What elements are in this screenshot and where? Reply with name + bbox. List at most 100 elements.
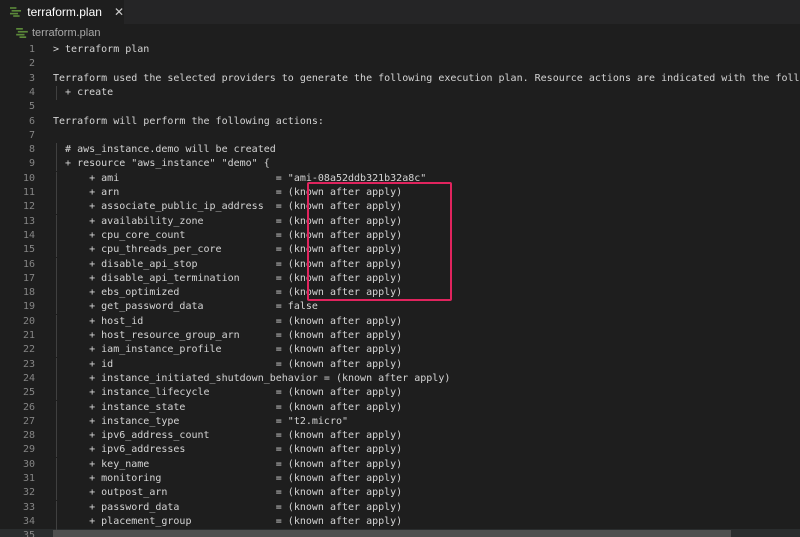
code-line[interactable]: 24 + instance_initiated_shutdown_behavio…	[0, 371, 800, 386]
code-line[interactable]: 6 Terraform will perform the following ac…	[0, 115, 800, 129]
code-line[interactable]: 18 + ebs_optimized = (known after apply)	[0, 286, 800, 301]
line-number: 28	[22, 430, 35, 442]
line-number: 15	[22, 244, 35, 256]
line-number: 31	[22, 473, 35, 484]
line-text: + create	[53, 86, 114, 98]
line-number: 18	[22, 287, 35, 299]
line-text: + disable_api_termination = (known after…	[53, 272, 403, 284]
horizontal-scrollbar[interactable]	[53, 530, 731, 537]
tab-bar: terraform.plan ✕	[0, 0, 800, 24]
line-number: 12	[22, 201, 35, 213]
line-number: 6	[28, 115, 35, 127]
line-text: Terraform will perform the following act…	[53, 115, 324, 127]
tab-label: terraform.plan	[27, 5, 102, 19]
code-line[interactable]: 31 + monitoring = (known after apply)	[0, 472, 800, 486]
code-line[interactable]: 25 + instance_lifecycle = (known after a…	[0, 386, 800, 401]
tab-terraform-plan[interactable]: terraform.plan ✕	[0, 0, 124, 24]
line-text: + ami = "ami-08a52ddb321b32a8c"	[53, 172, 427, 184]
line-number: 30	[22, 458, 35, 470]
code-line[interactable]: 17 + disable_api_termination = (known af…	[0, 271, 800, 286]
code-line[interactable]: 7	[0, 129, 800, 143]
line-text: + placement_group = (known after apply)	[53, 515, 403, 527]
line-text: + password_data = (known after apply)	[53, 501, 403, 513]
line-number: 7	[28, 129, 35, 141]
line-text: + associate_public_ip_address = (known a…	[53, 201, 403, 213]
code-line[interactable]: 21 + host_resource_group_arn = (known af…	[0, 329, 800, 343]
line-text: + host_resource_group_arn = (known after…	[53, 330, 403, 341]
code-line[interactable]: 10 + ami = "ami-08a52ddb321b32a8c"	[0, 171, 800, 186]
line-number: 5	[28, 101, 35, 113]
code-line[interactable]: 12 + associate_public_ip_address = (know…	[0, 200, 800, 215]
line-text: + id = (known after apply)	[53, 358, 403, 370]
line-text: # aws_instance.demo will be created	[53, 144, 276, 156]
line-number: 13	[22, 215, 35, 227]
line-text: + outpost_arn = (known after apply)	[53, 487, 403, 499]
line-text: + instance_type = "t2.micro"	[53, 415, 349, 427]
close-icon[interactable]: ✕	[114, 5, 124, 19]
line-text: + iam_instance_profile = (known after ap…	[53, 344, 403, 356]
code-editor[interactable]: 1 > terraform plan 2 3 Terraform used the se…	[0, 41, 800, 537]
code-line[interactable]: 13 + availability_zone = (known after ap…	[0, 214, 800, 229]
terraform-file-icon	[10, 7, 22, 17]
line-number: 16	[22, 258, 35, 270]
line-number: 23	[22, 358, 35, 370]
line-number: 34	[22, 515, 35, 527]
line-text: + key_name = (known after apply)	[53, 458, 403, 470]
line-text: + cpu_threads_per_core = (known after ap…	[53, 244, 403, 256]
code-line[interactable]: 8 # aws_instance.demo will be created	[0, 143, 800, 158]
code-line[interactable]: 5	[0, 100, 800, 114]
code-line[interactable]: 23 + id = (known after apply)	[0, 357, 800, 372]
code-line[interactable]: 1 > terraform plan	[0, 43, 800, 57]
code-line[interactable]: 28 + ipv6_address_count = (known after a…	[0, 429, 800, 444]
line-text: + monitoring = (known after apply)	[53, 473, 403, 484]
code-line[interactable]: 11 + arn = (known after apply)	[0, 186, 800, 200]
code-line[interactable]: 26 + instance_state = (known after apply…	[0, 400, 800, 415]
code-line[interactable]: 4 + create	[0, 85, 800, 100]
line-text: + availability_zone = (known after apply…	[53, 215, 403, 227]
line-text: > terraform plan	[53, 44, 150, 55]
line-text: + ipv6_addresses = (known after apply)	[53, 444, 403, 456]
line-number: 33	[22, 501, 35, 513]
line-number: 21	[22, 330, 35, 341]
breadcrumb-filename[interactable]: terraform.plan	[32, 27, 100, 39]
code-line[interactable]: 33 + password_data = (known after apply)	[0, 500, 800, 515]
terraform-file-icon	[16, 27, 28, 38]
line-number: 32	[22, 487, 35, 499]
code-line[interactable]: 27 + instance_type = "t2.micro"	[0, 414, 800, 429]
line-number: 22	[22, 344, 35, 356]
line-number: 9	[28, 158, 35, 170]
line-text: + get_password_data = false	[53, 301, 318, 313]
code-line[interactable]: 22 + iam_instance_profile = (known after…	[0, 343, 800, 358]
line-text: + instance_lifecycle = (known after appl…	[53, 387, 403, 399]
line-text: + cpu_core_count = (known after apply)	[53, 229, 403, 241]
code-line[interactable]: 9 + resource "aws_instance" "demo" {	[0, 157, 800, 172]
code-line[interactable]: 20 + host_id = (known after apply)	[0, 314, 800, 329]
code-line[interactable]: 34 + placement_group = (known after appl…	[0, 514, 800, 529]
line-number: 2	[28, 58, 35, 70]
line-number: 24	[22, 372, 35, 384]
code-line[interactable]: 32 + outpost_arn = (known after apply)	[0, 486, 800, 501]
code-line[interactable]: 30 + key_name = (known after apply)	[0, 457, 800, 472]
line-number: 17	[22, 272, 35, 284]
breadcrumb: terraform.plan	[0, 24, 800, 41]
line-number: 14	[22, 229, 35, 241]
code-line[interactable]: 2	[0, 57, 800, 71]
line-text: Terraform used the selected providers to…	[53, 72, 800, 84]
line-number: 3	[28, 72, 35, 84]
line-text: + instance_initiated_shutdown_behavior =…	[53, 372, 451, 384]
code-line[interactable]: 15 + cpu_threads_per_core = (known after…	[0, 243, 800, 258]
line-text: + ipv6_address_count = (known after appl…	[53, 430, 403, 442]
code-line[interactable]: 14 + cpu_core_count = (known after apply…	[0, 228, 800, 243]
line-number: 29	[22, 444, 35, 456]
line-number: 4	[28, 86, 35, 98]
code-line[interactable]: 3 Terraform used the selected providers t…	[0, 72, 800, 86]
line-text: + instance_state = (known after apply)	[53, 401, 403, 413]
line-text: + host_id = (known after apply)	[53, 315, 403, 327]
line-number: 11	[22, 187, 35, 198]
code-line[interactable]: 16 + disable_api_stop = (known after app…	[0, 257, 800, 272]
code-line[interactable]: 29 + ipv6_addresses = (known after apply…	[0, 443, 800, 458]
code-line[interactable]: 19 + get_password_data = false	[0, 300, 800, 315]
line-number: 8	[28, 144, 35, 156]
line-number: 1	[28, 44, 35, 55]
line-text: + resource "aws_instance" "demo" {	[53, 158, 270, 170]
